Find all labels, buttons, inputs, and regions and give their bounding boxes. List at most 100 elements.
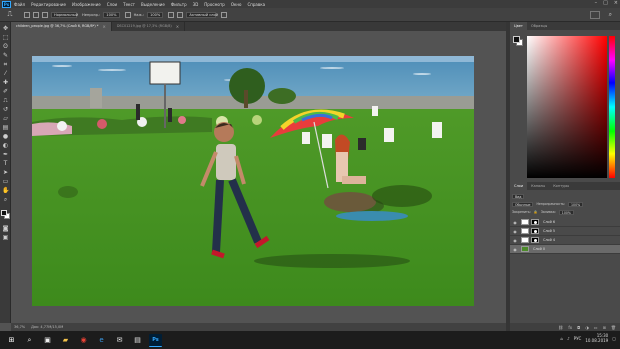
notifications-icon[interactable]: ▢ <box>612 336 616 341</box>
search-icon[interactable]: ⌕ <box>23 334 36 347</box>
airbrush-icon[interactable] <box>168 11 175 18</box>
gradient-tool-icon[interactable]: ▤ <box>2 124 9 131</box>
layer-mask-thumbnail[interactable] <box>531 228 539 234</box>
menu-help[interactable]: Справка <box>247 2 265 7</box>
lasso-tool-icon[interactable]: ʘ <box>2 43 9 50</box>
layer-row[interactable]: ◉ Слой 5 <box>510 227 620 236</box>
trash-icon[interactable]: 🗑 <box>611 325 616 330</box>
edge-icon[interactable]: e <box>95 334 108 347</box>
task-view-icon[interactable]: ▣ <box>41 334 54 347</box>
marquee-tool-icon[interactable]: ⬚ <box>2 34 9 41</box>
hue-slider[interactable] <box>609 36 615 178</box>
fx-icon[interactable]: fx <box>568 325 572 330</box>
workspace-icon[interactable] <box>590 11 600 19</box>
menu-view[interactable]: Просмотр <box>204 2 225 7</box>
color-picker-field[interactable] <box>527 36 607 178</box>
quick-select-tool-icon[interactable]: ✎ <box>2 52 9 59</box>
dodge-tool-icon[interactable]: ◐ <box>2 142 9 149</box>
crop-tool-icon[interactable]: ⌗ <box>2 61 9 68</box>
eyedropper-tool-icon[interactable]: ⁄ <box>2 70 9 77</box>
menu-select[interactable]: Выделение <box>141 2 165 7</box>
new-layer-icon[interactable]: ⊞ <box>603 325 606 330</box>
tab-swatches[interactable]: Образцы <box>527 22 551 30</box>
blend-mode-select[interactable]: Нормальный <box>51 11 78 18</box>
network-icon[interactable]: ⌂ <box>561 336 564 341</box>
sample-select[interactable]: Активный слой <box>186 11 218 18</box>
tab-channels[interactable]: Каналы <box>527 182 549 190</box>
volume-icon[interactable]: ♪ <box>567 336 570 341</box>
close-icon[interactable]: × <box>176 22 179 31</box>
minimize-icon[interactable]: – <box>595 0 598 6</box>
type-tool-icon[interactable]: T <box>2 160 9 167</box>
adjustment-layer-icon[interactable]: ◑ <box>585 325 589 330</box>
blur-tool-icon[interactable]: ● <box>2 133 9 140</box>
aligned-checkbox[interactable] <box>177 11 184 18</box>
tab-dsc01219[interactable]: DSC01219.jpg @ 17,3% (RGB/8) × <box>112 22 186 31</box>
menu-file[interactable]: Файл <box>14 2 25 7</box>
chrome-icon[interactable]: ◉ <box>77 334 90 347</box>
tab-color[interactable]: Цвет <box>510 22 527 30</box>
layer-mask-thumbnail[interactable] <box>531 219 539 225</box>
add-mask-icon[interactable]: ◘ <box>577 325 580 330</box>
windows-start-icon[interactable]: ⊞ <box>5 334 18 347</box>
layer-mask-thumbnail[interactable] <box>531 237 539 243</box>
layer-row[interactable]: ◉ Слой 4 <box>510 236 620 245</box>
close-icon[interactable]: × <box>102 22 105 31</box>
photoshop-logo[interactable]: Ps <box>2 0 11 8</box>
new-group-icon[interactable]: ▭ <box>594 325 598 330</box>
shape-tool-icon[interactable]: ▭ <box>2 178 9 185</box>
zoom-tool-icon[interactable]: ⌕ <box>2 196 9 203</box>
document-canvas[interactable] <box>32 56 474 306</box>
menu-layer[interactable]: Слои <box>107 2 117 7</box>
menu-type[interactable]: Текст <box>123 2 135 7</box>
tab-layers[interactable]: Слои <box>510 182 528 190</box>
clock[interactable]: 15:30 10.08.2019 <box>585 333 608 343</box>
ignore-adjustment-icon[interactable] <box>221 11 228 18</box>
path-select-tool-icon[interactable]: ➤ <box>2 169 9 176</box>
language-indicator[interactable]: РУС <box>574 336 582 341</box>
clone-stamp-icon[interactable]: ⎍ <box>2 97 9 104</box>
visibility-eye-icon[interactable]: ◉ <box>512 247 518 252</box>
file-explorer-icon[interactable]: ▰ <box>59 334 72 347</box>
opacity-field[interactable]: 100% <box>103 11 120 18</box>
pen-tool-icon[interactable]: ✒ <box>2 151 9 158</box>
layer-blend-select[interactable]: Обычные <box>512 201 534 207</box>
brush-tool-icon[interactable]: ✐ <box>2 88 9 95</box>
pressure-opacity-icon[interactable] <box>124 11 131 18</box>
visibility-eye-icon[interactable]: ◉ <box>512 220 518 225</box>
fill-field[interactable]: 100% <box>558 209 574 215</box>
layer-opacity-field[interactable]: 100% <box>568 201 584 207</box>
tab-children-people[interactable]: children_people.jpg @ 36,7% (Слой 6, RGB… <box>11 22 112 31</box>
screen-mode-icon[interactable]: ▣ <box>2 234 9 241</box>
photoshop-taskbar-icon[interactable]: Ps <box>149 333 162 347</box>
layer-filter-select[interactable]: Вид <box>512 193 525 199</box>
zoom-readout[interactable]: 36,7% <box>14 325 25 329</box>
lock-icon[interactable]: 🔒 <box>534 210 538 214</box>
healing-tool-icon[interactable]: ✚ <box>2 79 9 86</box>
quick-mask-icon[interactable]: ◙ <box>2 225 9 232</box>
history-brush-icon[interactable]: ↺ <box>2 106 9 113</box>
clone-stamp-tool-icon[interactable]: ⎍ <box>4 10 16 20</box>
menu-image[interactable]: Изображение <box>72 2 101 7</box>
mail-icon[interactable]: ✉ <box>113 334 126 347</box>
menu-window[interactable]: Окно <box>231 2 242 7</box>
foreground-color-swatch[interactable] <box>513 36 520 43</box>
menu-3d[interactable]: 3D <box>193 2 199 7</box>
search-icon[interactable]: ⌕ <box>609 11 612 19</box>
store-icon[interactable]: ▤ <box>131 334 144 347</box>
tab-paths[interactable]: Контуры <box>549 182 573 190</box>
foreground-color-swatch[interactable] <box>1 210 7 216</box>
close-icon[interactable]: × <box>614 0 618 6</box>
menu-edit[interactable]: Редактирование <box>31 2 66 7</box>
layer-row-selected[interactable]: ◉ Слой 0 <box>510 245 620 254</box>
menu-filter[interactable]: Фильтр <box>171 2 187 7</box>
eraser-tool-icon[interactable]: ▱ <box>2 115 9 122</box>
clone-source-icon[interactable] <box>42 11 48 18</box>
visibility-eye-icon[interactable]: ◉ <box>512 229 518 234</box>
flow-field[interactable]: 100% <box>147 11 164 18</box>
layer-row[interactable]: ◉ Слой 6 <box>510 218 620 227</box>
move-tool-icon[interactable]: ✥ <box>2 25 9 32</box>
link-layers-icon[interactable]: ⛓ <box>558 325 563 330</box>
brush-settings-icon[interactable] <box>33 11 39 18</box>
visibility-eye-icon[interactable]: ◉ <box>512 238 518 243</box>
